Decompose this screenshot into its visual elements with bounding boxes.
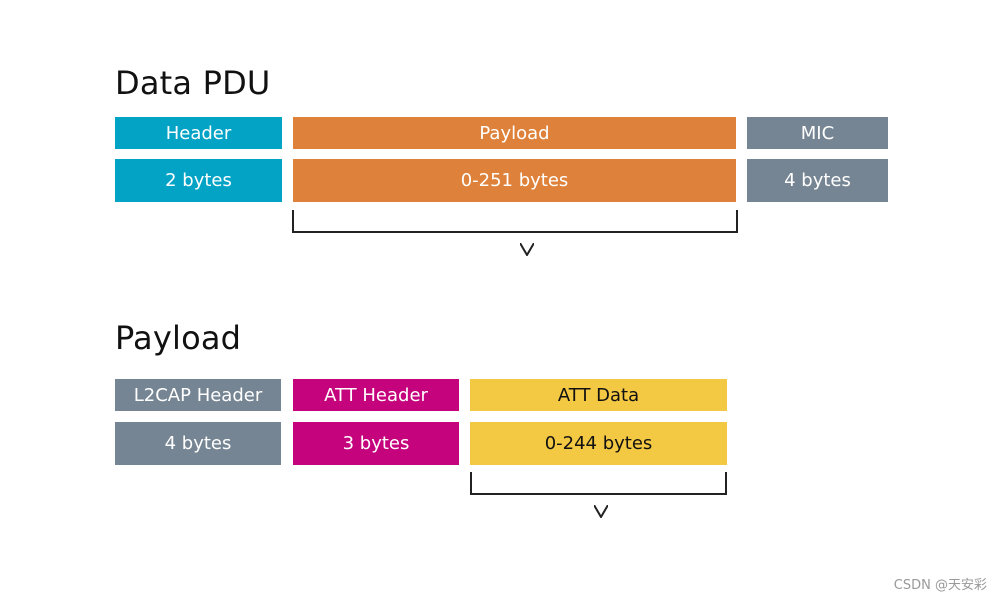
payload-label-box: Payload (293, 117, 736, 149)
watermark: CSDN @天安彩 (893, 578, 987, 593)
l2cap-header-size-box: 4 bytes (115, 422, 281, 465)
att-data-label-box: ATT Data (470, 379, 727, 411)
payload-expansion-bracket (292, 210, 738, 256)
payload-size-box: 0-251 bytes (293, 159, 736, 202)
att-data-size-box: 0-244 bytes (470, 422, 727, 465)
payload-title: Payload (115, 319, 242, 357)
data-pdu-title: Data PDU (115, 64, 271, 102)
header-label-box: Header (115, 117, 282, 149)
att-header-size-box: 3 bytes (293, 422, 459, 465)
att-header-label-box: ATT Header (293, 379, 459, 411)
att-data-bracket (470, 472, 727, 518)
l2cap-header-label-box: L2CAP Header (115, 379, 281, 411)
header-size-box: 2 bytes (115, 159, 282, 202)
mic-size-box: 4 bytes (747, 159, 888, 202)
mic-label-box: MIC (747, 117, 888, 149)
